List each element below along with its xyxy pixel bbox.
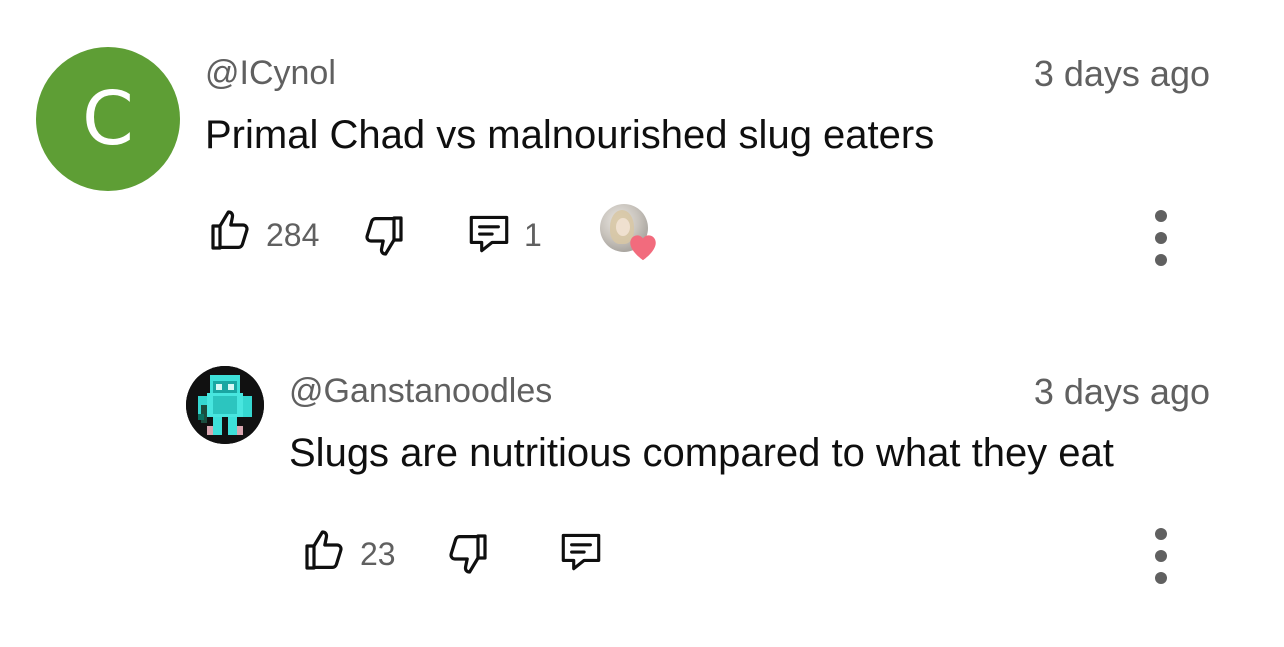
like-count: 284 [266, 217, 320, 253]
comment-icon [561, 533, 601, 571]
reply-comment: @Ganstanoodles 3 days ago Slugs are nutr… [0, 340, 1284, 640]
comment-timestamp: 3 days ago [1033, 53, 1210, 94]
reply-button[interactable] [556, 526, 606, 576]
comment-text: Primal Chad vs malnourished slug eaters [205, 113, 935, 157]
avatar[interactable] [186, 366, 264, 444]
thumbs-down-icon [365, 216, 403, 256]
reply-button[interactable] [464, 208, 514, 258]
comment-author-handle[interactable]: @ICynol [205, 53, 336, 93]
dislike-button[interactable] [360, 212, 408, 260]
like-button[interactable] [206, 206, 254, 254]
comment-text: Slugs are nutritious compared to what th… [289, 431, 1114, 475]
more-options-button[interactable] [1154, 528, 1168, 584]
thumbs-up-icon [305, 530, 343, 570]
comment-icon [469, 215, 509, 253]
comment-timestamp: 3 days ago [1033, 371, 1210, 412]
thumbs-up-icon [211, 210, 249, 250]
comment-thread: C @ICynol 3 days ago Primal Chad vs maln… [0, 0, 1284, 300]
more-vertical-icon [1154, 528, 1168, 584]
more-options-button[interactable] [1154, 210, 1168, 266]
comment-author-handle[interactable]: @Ganstanoodles [289, 371, 552, 411]
like-button[interactable] [300, 526, 348, 574]
thumbs-down-icon [449, 534, 487, 574]
heart-icon [630, 235, 656, 261]
dislike-button[interactable] [444, 530, 492, 578]
pixel-art-avatar-icon [186, 366, 264, 444]
reply-count: 1 [524, 217, 542, 253]
avatar[interactable]: C [36, 47, 180, 191]
like-count: 23 [360, 536, 396, 572]
more-vertical-icon [1154, 210, 1168, 266]
creator-heart-badge [600, 204, 662, 266]
